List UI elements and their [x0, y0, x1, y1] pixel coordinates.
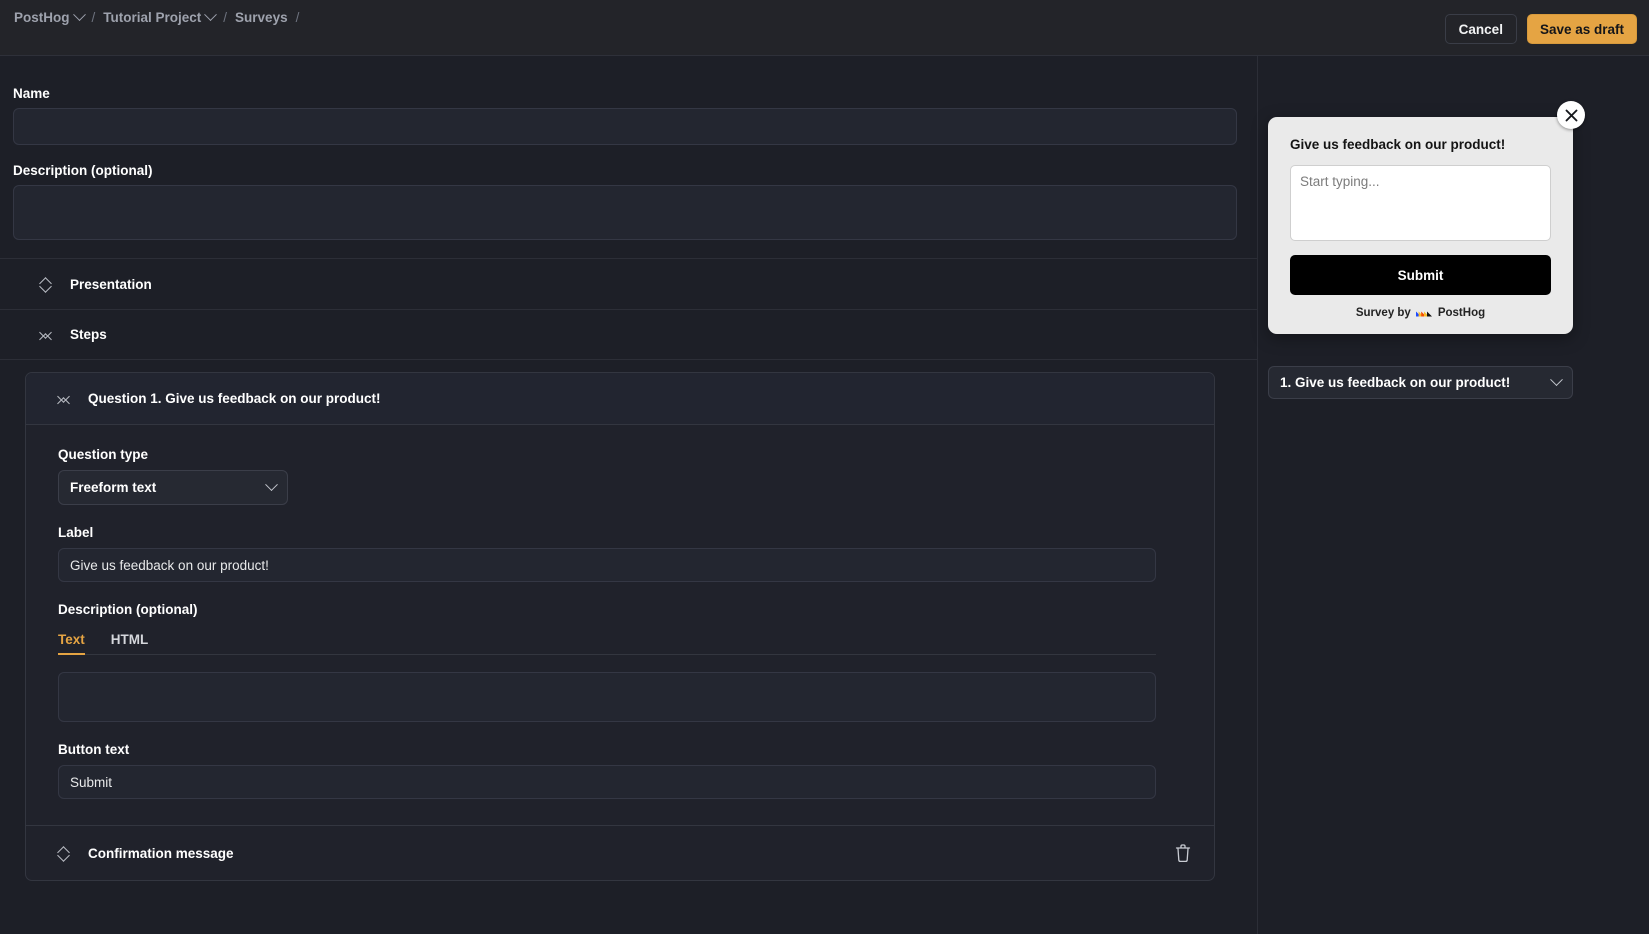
question-header-label: Question 1. Give us feedback on our prod… — [88, 391, 381, 406]
breadcrumb-item-posthog[interactable]: PostHog — [14, 8, 86, 25]
collapse-icon — [40, 327, 52, 343]
breadcrumb-label-project: Tutorial Project — [103, 10, 202, 25]
section-confirmation-message-label: Confirmation message — [88, 845, 234, 861]
breadcrumb-separator-1: / — [91, 10, 96, 25]
question-description-input[interactable] — [58, 672, 1156, 722]
preview-question-selector-value: 1. Give us feedback on our product! — [1280, 375, 1511, 390]
trash-icon[interactable] — [1174, 843, 1192, 863]
posthog-logo-icon — [1415, 305, 1433, 320]
question-card: Question 1. Give us feedback on our prod… — [25, 372, 1215, 881]
section-presentation[interactable]: Presentation — [0, 258, 1257, 309]
question-description-label: Description (optional) — [58, 602, 198, 617]
breadcrumb-item-surveys[interactable]: Surveys — [235, 10, 288, 25]
breadcrumb: PostHog / Tutorial Project / Surveys / — [0, 0, 302, 25]
preview-question-text: Give us feedback on our product! — [1290, 137, 1506, 152]
save-as-draft-button[interactable]: Save as draft — [1526, 14, 1637, 44]
tab-html[interactable]: HTML — [111, 632, 149, 654]
tab-text[interactable]: Text — [58, 632, 85, 655]
chevron-down-icon — [204, 8, 218, 22]
cancel-button[interactable]: Cancel — [1444, 14, 1517, 44]
description-label: Description (optional) — [13, 163, 153, 178]
expand-collapse-icon — [40, 276, 52, 292]
section-steps-label: Steps — [70, 327, 107, 342]
breadcrumb-separator-2: / — [223, 10, 228, 25]
description-input[interactable] — [13, 185, 1237, 240]
section-confirmation-message[interactable]: Confirmation message — [26, 825, 1214, 880]
top-bar-actions: Cancel Save as draft — [1444, 14, 1637, 44]
breadcrumb-item-project[interactable]: Tutorial Project — [103, 8, 218, 25]
preview-footer-prefix: Survey by — [1355, 306, 1411, 319]
top-bar: PostHog / Tutorial Project / Surveys / C… — [0, 0, 1649, 56]
section-presentation-label: Presentation — [70, 276, 152, 292]
preview-card: Give us feedback on our product! Submit … — [1268, 117, 1573, 334]
expand-collapse-icon — [58, 845, 70, 861]
section-steps[interactable]: Steps — [0, 309, 1257, 360]
breadcrumb-label-posthog: PostHog — [14, 10, 70, 25]
preview-submit-button[interactable]: Submit — [1290, 255, 1551, 295]
preview-question-selector[interactable]: 1. Give us feedback on our product! — [1268, 366, 1573, 399]
question-header[interactable]: Question 1. Give us feedback on our prod… — [26, 373, 1214, 425]
main-content: Name Description (optional) Presentation… — [0, 56, 1649, 934]
survey-form-panel: Name Description (optional) Presentation… — [0, 56, 1258, 934]
preview-answer-input[interactable] — [1290, 165, 1551, 241]
chevron-down-icon — [72, 8, 86, 22]
button-text-input[interactable] — [58, 765, 1156, 799]
button-text-label: Button text — [58, 742, 130, 757]
name-input[interactable] — [13, 108, 1237, 145]
close-icon[interactable] — [1557, 101, 1585, 129]
question-label-input[interactable] — [58, 548, 1156, 582]
preview-footer: Survey by PostHog — [1290, 305, 1551, 320]
breadcrumb-separator-3: / — [295, 10, 300, 25]
survey-preview-panel: Give us feedback on our product! Submit … — [1258, 56, 1649, 934]
breadcrumb-label-surveys: Surveys — [235, 10, 288, 25]
question-type-label: Question type — [58, 447, 149, 462]
description-format-tabs: Text HTML — [58, 625, 1156, 655]
question-type-value: Freeform text — [70, 480, 157, 495]
question-body: Question type Freeform text Label Descri… — [26, 425, 1214, 825]
question-type-select[interactable]: Freeform text — [58, 470, 288, 505]
chevron-down-icon — [1550, 373, 1563, 387]
survey-preview-popup: Give us feedback on our product! Submit … — [1268, 101, 1585, 334]
label-field-label: Label — [58, 525, 94, 540]
chevron-down-icon — [265, 478, 278, 492]
collapse-icon — [58, 391, 70, 407]
preview-footer-brand: PostHog — [1437, 306, 1486, 319]
name-label: Name — [13, 86, 50, 101]
